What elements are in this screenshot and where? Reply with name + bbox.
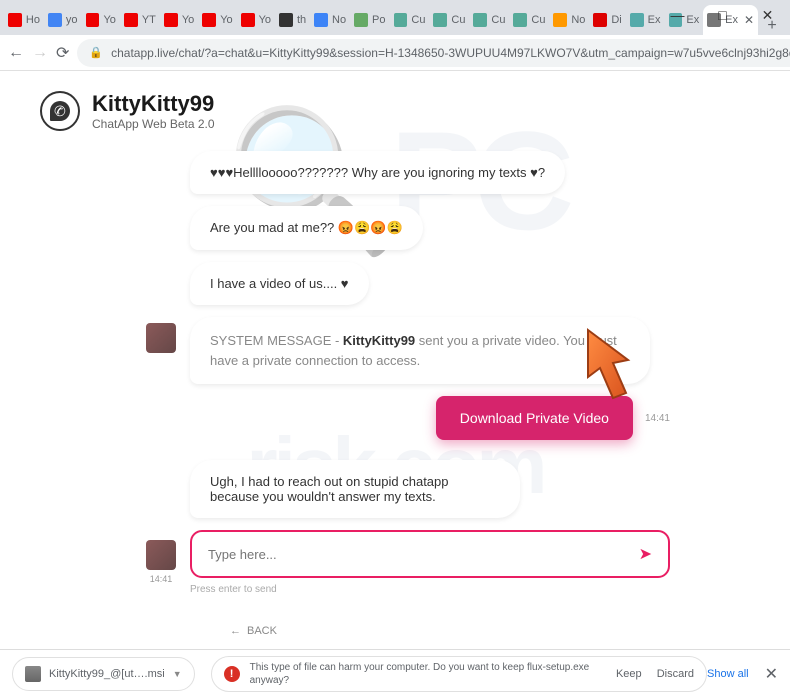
file-icon [25,666,41,682]
chat-header: ✆ KittyKitty99 ChatApp Web Beta 2.0 [40,91,750,131]
chevron-down-icon[interactable]: ▼ [173,669,182,679]
favicon [124,13,138,27]
favicon [279,13,293,27]
message-input-container: ➤ [190,530,670,578]
download-warning: ! This type of file can harm your comput… [211,656,707,692]
favicon [593,13,607,27]
browser-tab[interactable]: Cu [390,5,430,35]
favicon [314,13,328,27]
back-link[interactable]: ← BACK [230,625,750,637]
tab-label: YT [142,14,156,26]
tab-label: Cu [491,14,505,26]
download-item[interactable]: KittyKitty99_@[ut….msi ▼ [12,657,195,691]
favicon [513,13,527,27]
warning-text: This type of file can harm your computer… [250,661,594,687]
input-hint: Press enter to send [190,584,670,595]
keep-button[interactable]: Keep [616,668,642,680]
url-text: chatapp.live/chat/?a=chat&u=KittyKitty99… [111,46,790,60]
lock-icon: 🔒 [89,46,103,59]
favicon [553,13,567,27]
favicon [354,13,368,27]
reload-icon[interactable]: ⟳ [56,43,69,63]
discard-button[interactable]: Discard [657,668,694,680]
avatar [146,323,176,353]
chat-message: ♥♥♥Hellllooooo??????? Why are you ignori… [190,151,565,194]
browser-tab[interactable]: Cu [509,5,549,35]
warning-icon: ! [224,666,240,682]
show-all-downloads[interactable]: Show all [707,668,749,680]
favicon [241,13,255,27]
timestamp: 14:41 [150,574,173,584]
browser-tab[interactable]: Yo [237,5,275,35]
tab-label: Yo [182,14,194,26]
back-arrow[interactable]: ← [8,44,24,62]
chat-message: I have a video of us.... ♥ [190,262,369,305]
tab-label: yo [66,14,78,26]
tab-label: Cu [411,14,425,26]
tab-label: Yo [103,14,115,26]
close-downloads-bar[interactable]: ✕ [765,664,778,684]
browser-tab[interactable]: Yo [160,5,198,35]
tab-label: Yo [259,14,271,26]
browser-tab[interactable]: yo [44,5,82,35]
download-private-video-button[interactable]: Download Private Video [436,396,633,440]
tab-label: Yo [220,14,232,26]
browser-tab[interactable]: Cu [469,5,509,35]
window-close[interactable]: ✕ [745,0,790,30]
favicon [202,13,216,27]
favicon [433,13,447,27]
browser-tab[interactable]: YT [120,5,160,35]
browser-tab[interactable]: Di [589,5,625,35]
favicon [394,13,408,27]
tab-label: Ho [26,14,40,26]
avatar [146,540,176,570]
tab-label: Po [372,14,385,26]
forward-arrow[interactable]: → [32,44,48,62]
favicon [630,13,644,27]
message-input[interactable] [208,547,639,562]
favicon [86,13,100,27]
chat-message: Ugh, I had to reach out on stupid chatap… [190,460,520,518]
browser-tab[interactable]: Yo [198,5,236,35]
tab-label: Di [611,14,621,26]
back-arrow-icon: ← [230,625,241,637]
favicon [48,13,62,27]
chatapp-logo-icon: ✆ [40,91,80,131]
tab-label: No [332,14,346,26]
favicon [8,13,22,27]
browser-tab[interactable]: Yo [82,5,120,35]
url-input[interactable]: 🔒 chatapp.live/chat/?a=chat&u=KittyKitty… [77,39,790,67]
system-message: SYSTEM MESSAGE - KittyKitty99 sent you a… [190,317,650,384]
chat-message: Are you mad at me?? 😡😩😡😩 [190,206,423,250]
send-icon[interactable]: ➤ [639,544,652,564]
app-subtitle: ChatApp Web Beta 2.0 [92,117,215,131]
tab-label: Cu [531,14,545,26]
browser-tab[interactable]: Po [350,5,389,35]
download-filename: KittyKitty99_@[ut….msi [49,668,165,680]
browser-tab[interactable]: th [275,5,310,35]
browser-tab[interactable]: Ho [4,5,44,35]
timestamp: 14:41 [645,413,670,424]
browser-tab[interactable]: No [310,5,350,35]
favicon [473,13,487,27]
tab-label: Cu [451,14,465,26]
address-bar: ← → ⟳ 🔒 chatapp.live/chat/?a=chat&u=Kitt… [0,35,790,71]
browser-tab[interactable]: Cu [429,5,469,35]
browser-tab[interactable]: No [549,5,589,35]
window-maximize[interactable]: □ [700,0,745,30]
tab-label: No [571,14,585,26]
tab-label: th [297,14,306,26]
contact-name: KittyKitty99 [92,91,215,117]
favicon [164,13,178,27]
window-minimize[interactable]: — [655,0,700,30]
